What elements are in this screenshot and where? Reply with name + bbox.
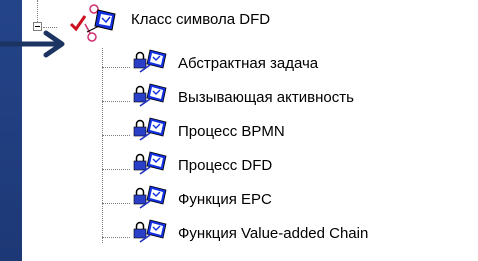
locked-permission-icon [133,219,167,243]
tree-node-child[interactable]: Вызывающая активность [102,83,354,108]
locked-permission-icon [133,151,167,175]
permission-tree: Класс символа DFD Абстрактная задача Выз… [22,0,478,261]
tree-node-label: Вызывающая активность [178,88,354,106]
tree-connector [102,48,103,243]
tree-connector [43,27,57,28]
tree-node-child[interactable]: Процесс BPMN [102,117,285,142]
tree-node-label: Процесс BPMN [178,122,285,140]
tree-connector [102,67,130,68]
tree-node-child[interactable]: Функция EPC [102,185,272,210]
tree-node-child[interactable]: Абстрактная задача [102,49,319,74]
locked-permission-icon [133,83,167,107]
tree-connector [102,101,130,102]
tree-node-label: Класс символа DFD [131,10,271,28]
locked-permission-icon [133,117,167,141]
tree-connector [102,135,130,136]
tree-node-child[interactable]: Функция Value-added Chain [102,219,369,244]
tree-node-child[interactable]: Процесс DFD [102,151,273,176]
tree-connector [102,237,130,238]
tree-node-label: Процесс DFD [178,156,273,174]
tree-connector [102,169,130,170]
tree-node-parent[interactable]: Класс символа DFD [57,4,271,42]
tree-node-label: Функция EPC [178,190,272,208]
locked-permission-icon [133,185,167,209]
tree-node-label: Абстрактная задача [178,54,319,72]
locked-permission-icon [133,49,167,73]
tree-node-label: Функция Value-added Chain [178,224,369,242]
annotation-arrow-icon [0,30,65,58]
tree-connector [37,0,38,22]
tree-connector [102,203,130,204]
